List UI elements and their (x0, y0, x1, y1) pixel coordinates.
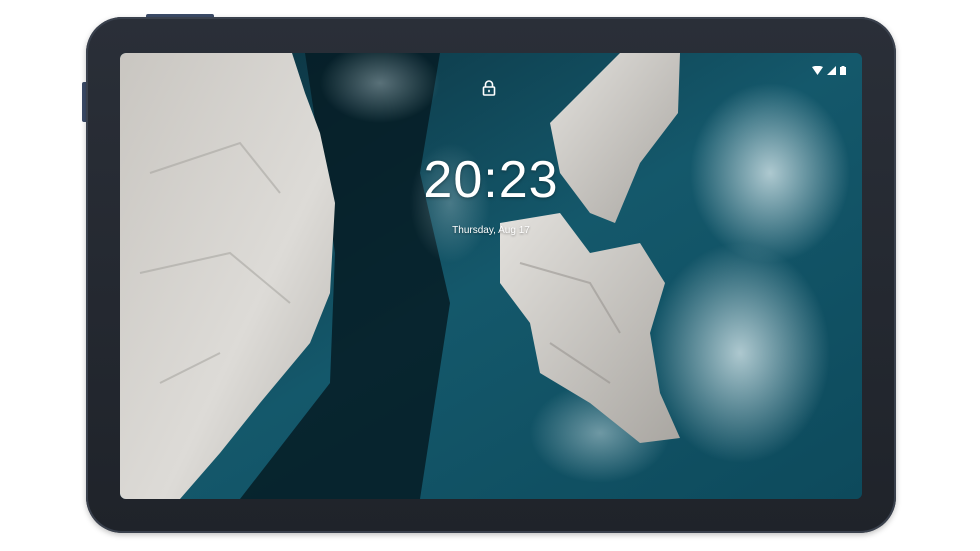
lock-icon[interactable] (482, 80, 496, 101)
wallpaper (120, 53, 862, 499)
cellular-signal-icon (827, 66, 836, 75)
lockscreen-clock: 20:23 (423, 151, 559, 209)
lock-screen[interactable]: 20:23 Thursday, Aug 17 (120, 53, 862, 499)
status-bar[interactable] (812, 66, 846, 75)
lockscreen-date: Thursday, Aug 17 (452, 225, 530, 236)
battery-icon (840, 66, 846, 75)
wifi-icon (812, 66, 823, 75)
